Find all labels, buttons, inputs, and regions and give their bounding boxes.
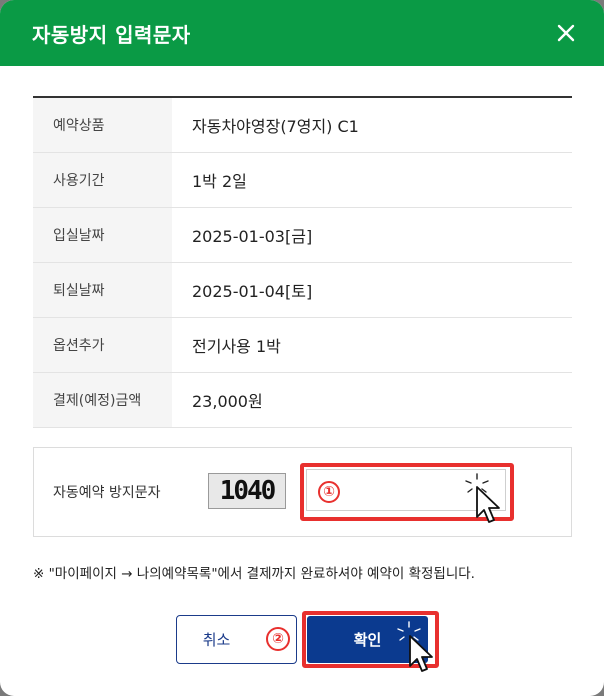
step-1-marker: ① (318, 481, 340, 503)
table-row: 결제(예정)금액 23,000원 (33, 373, 572, 428)
reservation-info-table: 예약상품 자동차야영장(7영지) C1 사용기간 1박 2일 입실날짜 2025… (33, 96, 572, 428)
row-value: 1박 2일 (192, 172, 247, 191)
table-row: 입실날짜 2025-01-03[금] (33, 208, 572, 263)
row-label: 결제(예정)금액 (33, 373, 172, 427)
row-value: 2025-01-04[토] (192, 282, 313, 301)
row-value: 자동차야영장(7영지) C1 (192, 117, 359, 136)
dialog-title: 자동방지 입력문자 (32, 23, 191, 47)
row-value: 23,000원 (192, 392, 263, 411)
row-value: 전기사용 1박 (192, 337, 281, 356)
confirm-button[interactable]: 확인 (307, 616, 428, 663)
table-row: 예약상품 자동차야영장(7영지) C1 (33, 98, 572, 153)
step-2-marker: ② (266, 627, 290, 651)
captcha-dialog: 자동방지 입력문자 예약상품 자동차야영장(7영지) C1 사용기간 1박 2일… (0, 0, 604, 696)
captcha-label: 자동예약 방지문자 (53, 485, 161, 501)
row-label: 입실날짜 (33, 208, 172, 262)
close-icon (557, 24, 575, 42)
close-button[interactable] (554, 21, 578, 45)
row-label: 퇴실날짜 (33, 263, 172, 317)
table-row: 사용기간 1박 2일 (33, 153, 572, 208)
reservation-notice: ※ "마이페이지 → 나의예약목록"에서 결제까지 완료하셔야 예약이 확정됩니… (33, 566, 475, 582)
row-value: 2025-01-03[금] (192, 227, 313, 246)
dialog-header: 자동방지 입력문자 (0, 0, 604, 66)
row-label: 예약상품 (33, 98, 172, 152)
row-label: 사용기간 (33, 153, 172, 207)
table-row: 퇴실날짜 2025-01-04[토] (33, 263, 572, 318)
row-label: 옵션추가 (33, 318, 172, 372)
table-row: 옵션추가 전기사용 1박 (33, 318, 572, 373)
captcha-image: 1040 (208, 473, 286, 509)
